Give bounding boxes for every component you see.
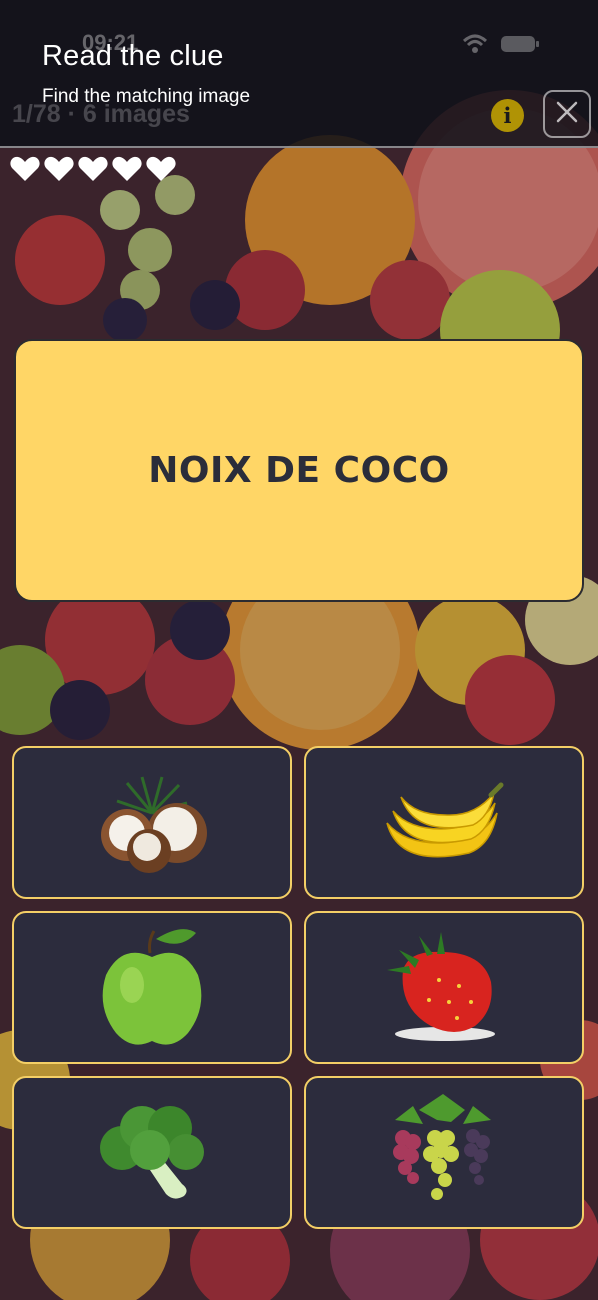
heart-icon (10, 156, 40, 182)
choice-tile-apple[interactable] (12, 911, 292, 1064)
clue-word: NOIX DE COCO (148, 450, 450, 491)
choice-tile-grapes[interactable] (304, 1076, 584, 1229)
choice-tile-banana[interactable] (304, 746, 584, 899)
grapes-icon (393, 1094, 491, 1200)
game-screen: 09:21 1/78 · 6 images Read the clue Find… (0, 0, 598, 1300)
banana-icon (386, 782, 504, 857)
strawberry-icon (387, 932, 495, 1041)
heart-icon (112, 156, 142, 182)
lives-indicator (10, 156, 176, 182)
prompt-title: Read the clue (42, 40, 224, 72)
battery-icon (500, 34, 540, 59)
status-indicators (462, 34, 540, 59)
choice-tile-coconut[interactable] (12, 746, 292, 899)
apple-icon (102, 928, 202, 1045)
heart-icon (44, 156, 74, 182)
instruction-header: 09:21 1/78 · 6 images Read the clue Find… (0, 0, 598, 148)
heart-icon (146, 156, 176, 182)
info-icon: i (503, 103, 512, 128)
info-button[interactable]: i (491, 99, 524, 132)
choice-tile-broccoli[interactable] (12, 1076, 292, 1229)
close-button[interactable] (543, 90, 591, 138)
broccoli-icon (100, 1105, 204, 1199)
close-icon (555, 100, 579, 129)
coconut-icon (101, 776, 207, 873)
heart-icon (78, 156, 108, 182)
wifi-icon (462, 34, 488, 59)
clue-card: NOIX DE COCO (14, 339, 584, 602)
prompt-subtitle: Find the matching image (42, 86, 251, 107)
choice-tile-strawberry[interactable] (304, 911, 584, 1064)
